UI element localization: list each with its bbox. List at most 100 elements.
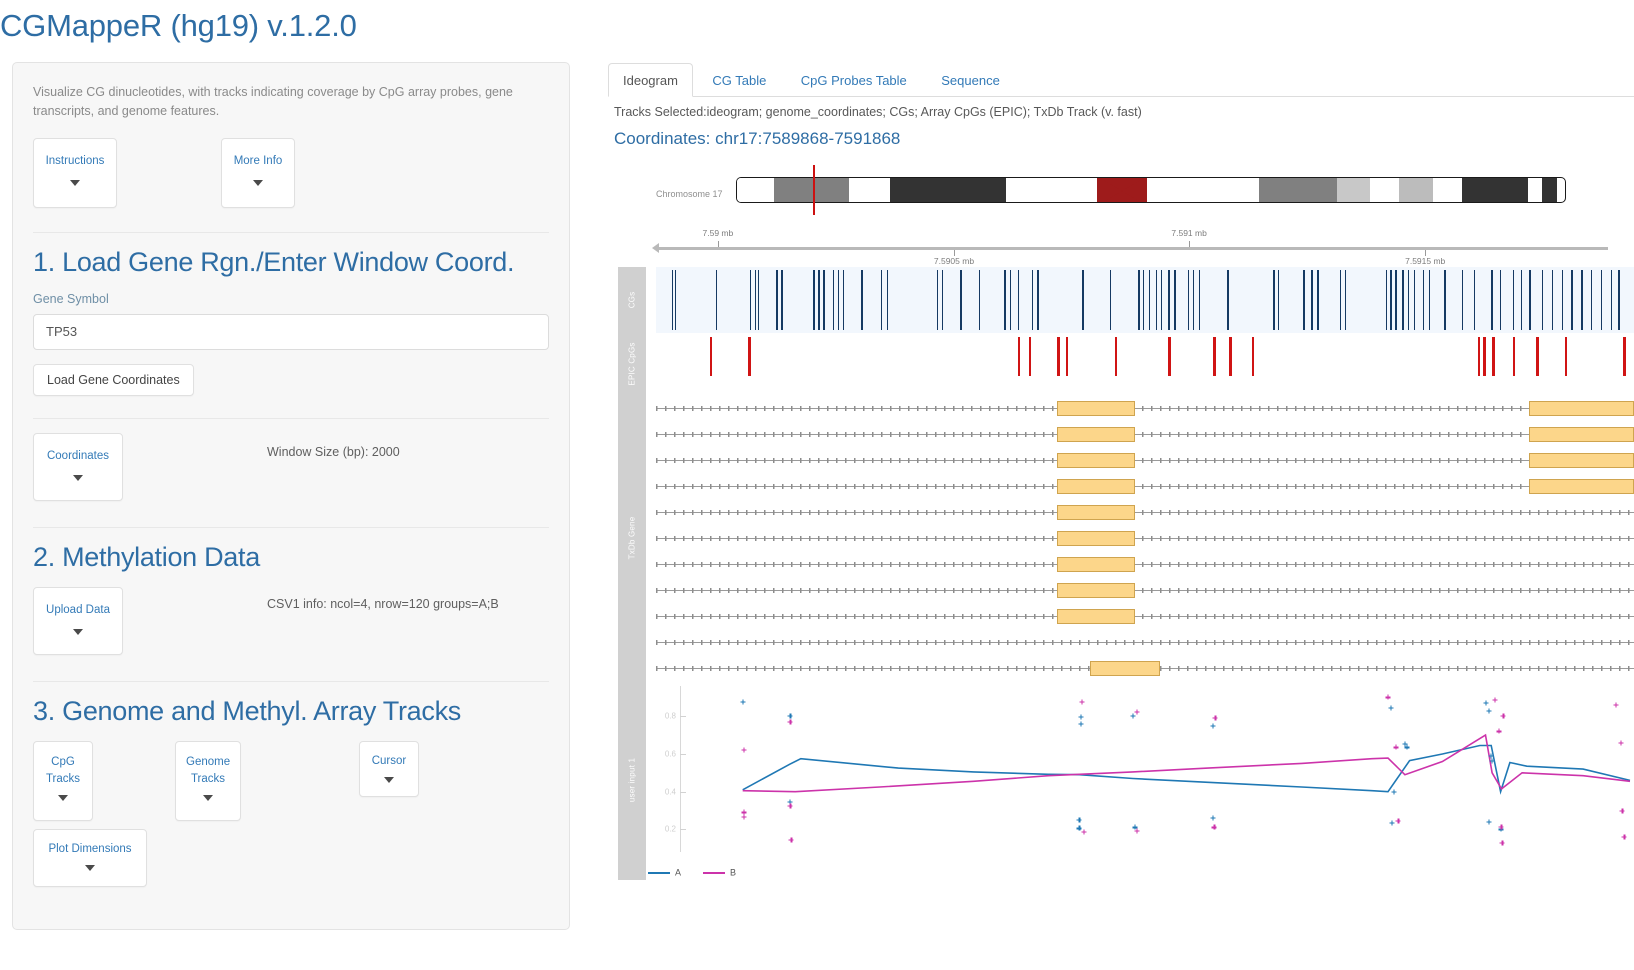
cg-dinucleotide-tick: [1155, 269, 1158, 331]
cg-dinucleotide-tick: [1561, 269, 1564, 331]
axis-tick-label: 7.5915 mb: [1405, 256, 1446, 266]
cg-dinucleotide-tick: [1198, 269, 1201, 331]
legend-item: A: [648, 867, 681, 878]
transcript-exon[interactable]: [1529, 427, 1634, 442]
epic-probe-tick: [1564, 336, 1568, 377]
load-gene-coordinates-button[interactable]: Load Gene Coordinates: [33, 363, 194, 396]
genome-tracks-dropdown[interactable]: Genome Tracks: [175, 740, 241, 821]
plot-dimensions-dropdown[interactable]: Plot Dimensions: [33, 828, 147, 887]
transcript-row[interactable]: [656, 609, 1634, 624]
section-1-title: 1. Load Gene Rgn./Enter Window Coord.: [33, 246, 515, 277]
transcript-row[interactable]: [656, 427, 1634, 442]
transcript-strand-arrows: [656, 484, 1634, 489]
chevron-down-icon: [73, 629, 83, 635]
top-dropdown-row: Instructions More Info: [33, 137, 549, 214]
transcript-row[interactable]: [656, 531, 1634, 546]
methylation-plot-canvas[interactable]: 0.2 0.4 0.6 0.8: [656, 680, 1634, 880]
cg-dinucleotide-tick: [1148, 269, 1151, 331]
cg-dinucleotide-tick: [1500, 269, 1502, 331]
transcript-strand-arrows: [656, 458, 1634, 463]
cg-dinucleotide-tick: [1037, 269, 1039, 331]
axis-tick-label: 7.5905 mb: [933, 256, 975, 266]
transcript-exon[interactable]: [1056, 453, 1136, 468]
tab-ideogram[interactable]: Ideogram: [608, 63, 693, 97]
track-gutter-epic: EPIC CpGs: [618, 333, 646, 395]
cgs-track-canvas[interactable]: [656, 267, 1634, 333]
transcript-row[interactable]: [656, 635, 1634, 650]
transcript-strand-arrows: [656, 614, 1634, 619]
transcript-exon[interactable]: [1056, 505, 1136, 520]
transcript-exon[interactable]: [1056, 531, 1136, 546]
divider: [33, 417, 549, 419]
chevron-down-icon: [70, 180, 80, 186]
legend-item: B: [703, 867, 736, 878]
window-size-text: Window Size (bp): 2000: [267, 444, 400, 459]
transcript-row[interactable]: [656, 661, 1634, 676]
instructions-dropdown[interactable]: Instructions: [33, 137, 117, 208]
transcript-row[interactable]: [656, 505, 1634, 520]
transcript-exon[interactable]: [1056, 609, 1136, 624]
tab-sequence[interactable]: Sequence: [926, 63, 1015, 97]
legend-label: B: [730, 868, 737, 878]
ideogram-band: [1399, 178, 1433, 202]
cg-dinucleotide-tick: [1138, 269, 1140, 331]
coordinates-dropdown[interactable]: Coordinates: [33, 432, 123, 501]
coordinates-text: Coordinates: chr17:7589868-7591868: [614, 129, 901, 148]
transcript-exon[interactable]: [1056, 557, 1136, 572]
more-info-dropdown[interactable]: More Info: [221, 137, 295, 208]
epic-probe-tick: [1477, 336, 1481, 377]
cg-dinucleotide-tick: [754, 269, 757, 331]
transcript-strand-arrows: [656, 562, 1634, 567]
cg-dinucleotide-tick: [715, 269, 718, 331]
gene-symbol-input[interactable]: [33, 313, 549, 350]
data-point: [1492, 697, 1498, 703]
transcript-exon[interactable]: [1056, 583, 1136, 598]
txdb-track-canvas[interactable]: [656, 395, 1634, 680]
upload-data-dropdown[interactable]: Upload Data: [33, 586, 123, 655]
transcript-row[interactable]: [656, 557, 1634, 572]
tab-cpg-probes-table[interactable]: CpG Probes Table: [786, 63, 922, 97]
track-label-user-input-1: user input 1: [627, 757, 637, 803]
cpg-tracks-line1: CpG: [51, 755, 75, 768]
chromosome-ideogram[interactable]: [736, 177, 1566, 203]
axis-tick: [1189, 241, 1191, 247]
data-point: [1130, 713, 1136, 719]
coordinates-row: Coordinates Window Size (bp): 2000: [33, 432, 549, 517]
transcript-exon[interactable]: [1529, 453, 1634, 468]
transcript-row[interactable]: [656, 401, 1634, 416]
epic-track-canvas[interactable]: [656, 333, 1634, 395]
transcript-exon[interactable]: [1056, 401, 1136, 416]
epic-probe-tick: [709, 336, 713, 377]
cg-dinucleotide-tick: [833, 269, 835, 331]
ideogram-band: [848, 178, 891, 202]
epic-probe-tick: [1512, 336, 1516, 377]
ideogram-band: [1432, 178, 1462, 202]
ideogram-band: [1196, 178, 1259, 202]
transcript-row[interactable]: [656, 583, 1634, 598]
transcript-strand-arrows: [656, 406, 1634, 411]
cg-dinucleotide-tick: [1618, 269, 1620, 331]
series-line-B: [742, 733, 1631, 793]
transcript-exon[interactable]: [1056, 479, 1136, 494]
data-point: [1618, 740, 1624, 746]
transcript-exon[interactable]: [1529, 401, 1634, 416]
cg-dinucleotide-tick: [1311, 269, 1313, 331]
data-point: [1391, 789, 1397, 795]
transcript-row[interactable]: [656, 479, 1634, 494]
upload-data-dropdown-label: Upload Data: [46, 603, 110, 616]
cpg-tracks-dropdown[interactable]: CpG Tracks: [33, 740, 93, 821]
tracks-button-row: CpG Tracks Genome Tracks Cursor Plot Dim…: [33, 740, 549, 921]
transcript-row[interactable]: [656, 453, 1634, 468]
cg-dinucleotide-tick: [1395, 269, 1397, 331]
genome-coordinate-axis: 7.59 mb 7.5905 mb 7.591 mb 7.5915 mb: [608, 225, 1634, 267]
transcript-exon[interactable]: [1090, 661, 1160, 676]
cg-dinucleotide-tick: [837, 269, 840, 331]
transcript-exon[interactable]: [1529, 479, 1634, 494]
track-label-cgs: CGs: [627, 291, 637, 309]
tab-cg-table[interactable]: CG Table: [697, 63, 781, 97]
axis-tick-label: 7.59 mb: [702, 228, 734, 238]
transcript-exon[interactable]: [1056, 427, 1136, 442]
data-point: [740, 699, 746, 705]
cursor-dropdown[interactable]: Cursor: [359, 740, 419, 797]
cg-dinucleotide-tick: [1303, 269, 1305, 331]
